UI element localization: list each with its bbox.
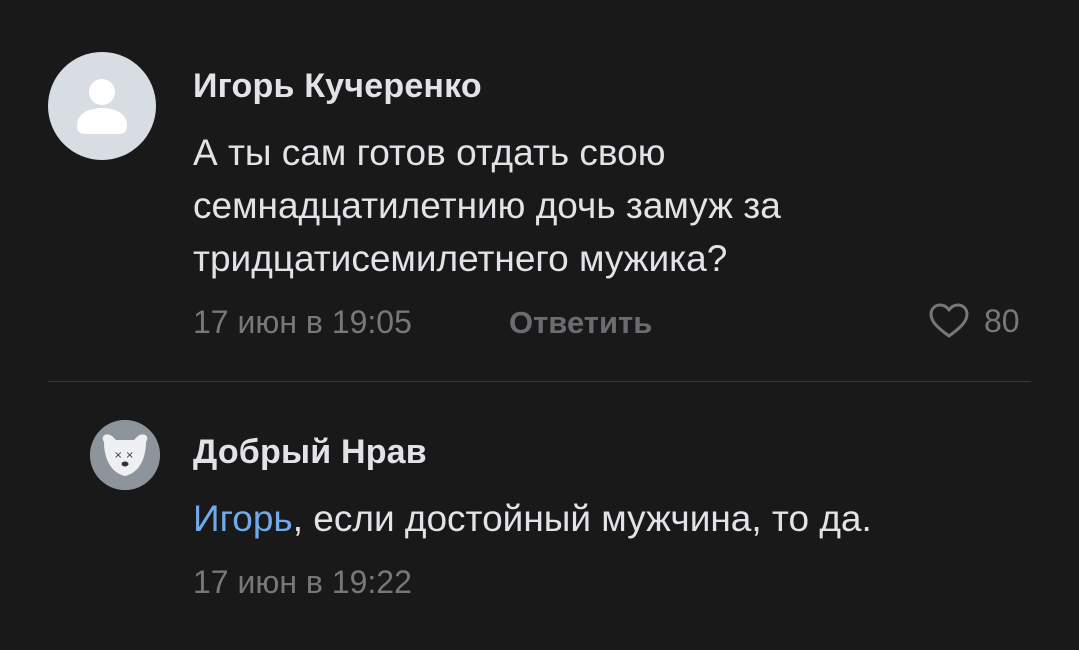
mention-link[interactable]: Игорь — [193, 498, 293, 539]
comment-author[interactable]: Игорь Кучеренко — [193, 67, 482, 106]
svg-text:× ×: × × — [114, 450, 134, 461]
divider — [48, 381, 1031, 382]
comment-text: А ты сам готов отдать свою семнадцатилет… — [193, 126, 781, 285]
comment-text-body: , если достойный мужчина, то да. — [292, 498, 872, 539]
user-placeholder-icon — [77, 79, 127, 134]
avatar[interactable] — [48, 52, 156, 160]
dog-avatar-icon: × × — [90, 420, 160, 490]
comment-text: Игорь, если достойный мужчина, то да. — [193, 492, 872, 545]
like-count: 80 — [984, 302, 1020, 339]
comment-date: 17 июн в 19:05 — [193, 304, 412, 340]
like-button[interactable]: 80 — [928, 302, 1020, 340]
avatar[interactable]: × × — [90, 420, 160, 490]
comment-text-line: семнадцатилетнию дочь замуж за — [193, 185, 781, 226]
heart-icon — [929, 303, 969, 338]
comment-date: 17 июн в 19:22 — [193, 564, 412, 600]
comment-text-line: тридцатисемилетнего мужика? — [193, 238, 728, 279]
reply-button[interactable]: Ответить — [509, 305, 652, 341]
comment-author[interactable]: Добрый Нрав — [193, 433, 427, 472]
comment-text-line: А ты сам готов отдать свою — [193, 132, 666, 173]
